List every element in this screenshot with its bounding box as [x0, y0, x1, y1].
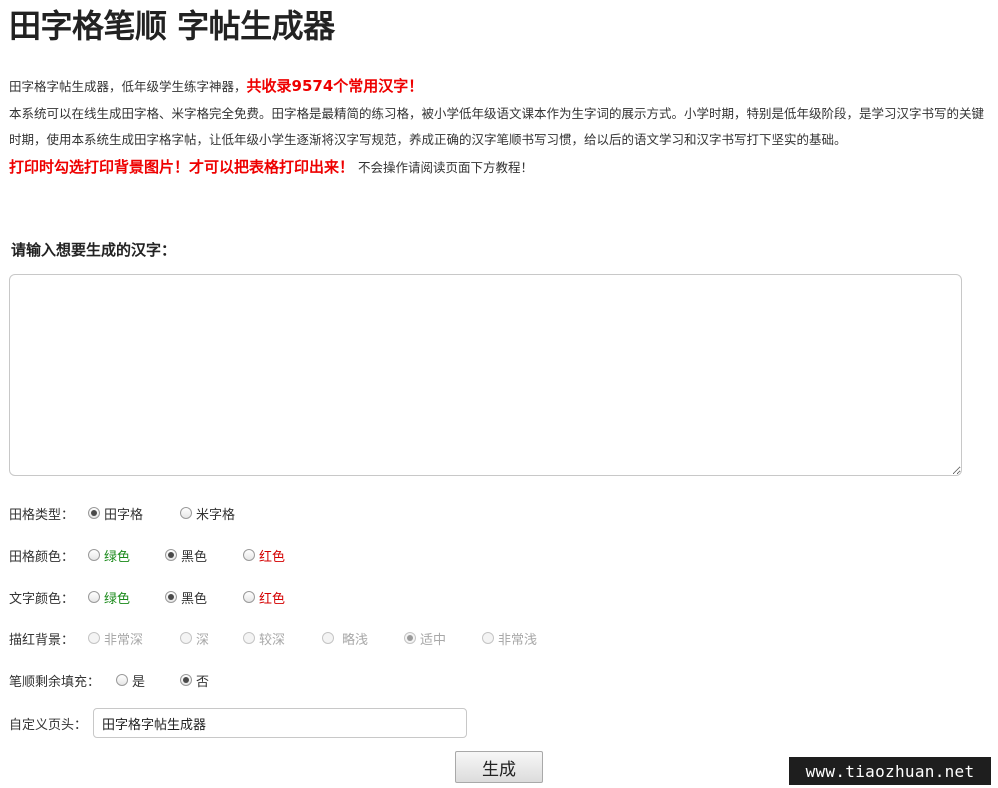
stroke-fill-row: 笔顺剩余填充： 是 否	[9, 669, 209, 691]
radio-icon[interactable]	[243, 591, 255, 603]
custom-header-row: 自定义页头：	[9, 712, 87, 734]
radio-disabled-icon	[88, 632, 100, 644]
radio-icon[interactable]	[243, 549, 255, 561]
option-label: 田字格	[104, 507, 144, 523]
intro-section: 田字格字帖生成器，低年级学生练字神器，共收录9574个常用汉字！ 本系统可以在线…	[9, 72, 991, 182]
radio-checked-icon[interactable]	[165, 591, 177, 603]
radio-checked-icon[interactable]	[165, 549, 177, 561]
text-color-option-green[interactable]: 绿色	[88, 586, 130, 608]
radio-checked-icon[interactable]	[88, 507, 100, 519]
radio-icon[interactable]	[116, 674, 128, 686]
option-label: 非常浅	[498, 632, 538, 648]
trace-option-very-light: 非常浅	[482, 627, 537, 649]
option-label: 较深	[259, 632, 286, 648]
custom-header-input[interactable]	[93, 708, 467, 738]
grid-type-label: 田格类型：	[9, 507, 75, 523]
radio-icon[interactable]	[88, 591, 100, 603]
trace-option-dark: 深	[180, 627, 209, 649]
option-label: 非常深	[104, 632, 144, 648]
custom-header-label: 自定义页头：	[9, 717, 88, 733]
radio-checked-icon[interactable]	[180, 674, 192, 686]
radio-disabled-checked-icon	[404, 632, 416, 644]
print-note-highlight: 打印时勾选打印背景图片！才可以把表格打印出来！	[9, 158, 355, 176]
trace-option-very-dark: 非常深	[88, 627, 143, 649]
option-label: 红色	[259, 549, 286, 565]
trace-background-row: 描红背景： 非常深 深 较深 略浅 适中 非常浅	[9, 627, 537, 649]
print-note: 打印时勾选打印背景图片！才可以把表格打印出来！ 不会操作请阅读页面下方教程！	[9, 153, 991, 182]
radio-disabled-icon	[243, 632, 255, 644]
radio-icon[interactable]	[180, 507, 192, 519]
text-color-row: 文字颜色： 绿色 黑色 红色	[9, 586, 285, 608]
option-label: 米字格	[196, 507, 236, 523]
text-color-option-black[interactable]: 黑色	[165, 586, 207, 608]
trace-background-label: 描红背景：	[9, 632, 75, 648]
option-label: 否	[196, 674, 210, 690]
watermark-badge: www.tiaozhuan.net	[789, 757, 991, 785]
generate-button[interactable]: 生成	[455, 751, 543, 783]
input-heading: 请输入想要生成的汉字：	[11, 241, 177, 259]
option-label: 是	[132, 674, 146, 690]
stroke-fill-option-no[interactable]: 否	[180, 669, 209, 691]
print-note-tail: 不会操作请阅读页面下方教程！	[358, 160, 534, 175]
text-color-label: 文字颜色：	[9, 591, 75, 607]
option-label: 略浅	[342, 632, 369, 648]
stroke-fill-option-yes[interactable]: 是	[116, 669, 145, 691]
option-label: 绿色	[104, 591, 131, 607]
grid-color-row: 田格颜色： 绿色 黑色 红色	[9, 544, 285, 566]
radio-disabled-icon	[322, 632, 334, 644]
intro-line: 田字格字帖生成器，低年级学生练字神器，共收录9574个常用汉字！	[9, 72, 991, 101]
radio-disabled-icon	[482, 632, 494, 644]
text-color-option-red[interactable]: 红色	[243, 586, 285, 608]
radio-disabled-icon	[180, 632, 192, 644]
option-label: 黑色	[181, 549, 208, 565]
stroke-fill-label: 笔顺剩余填充：	[9, 674, 101, 690]
grid-type-row: 田格类型： 田字格 米字格	[9, 502, 235, 524]
option-label: 绿色	[104, 549, 131, 565]
grid-color-option-black[interactable]: 黑色	[165, 544, 207, 566]
option-label: 红色	[259, 591, 286, 607]
option-label: 黑色	[181, 591, 208, 607]
grid-type-option-mi[interactable]: 米字格	[180, 502, 235, 524]
intro-text: 田字格字帖生成器，低年级学生练字神器，	[9, 79, 247, 94]
grid-color-option-green[interactable]: 绿色	[88, 544, 130, 566]
intro-paragraph: 本系统可以在线生成田字格、米字格完全免费。田字格是最精简的练习格，被小学低年级语…	[9, 106, 985, 147]
trace-option-darker: 较深	[243, 627, 285, 649]
grid-type-option-tian[interactable]: 田字格	[88, 502, 143, 524]
grid-color-label: 田格颜色：	[9, 549, 75, 565]
radio-icon[interactable]	[88, 549, 100, 561]
grid-color-option-red[interactable]: 红色	[243, 544, 285, 566]
intro-highlight: 共收录9574个常用汉字！	[246, 77, 424, 95]
characters-textarea[interactable]	[9, 274, 962, 476]
option-label: 适中	[420, 632, 447, 648]
trace-option-lighter: 略浅	[322, 627, 368, 649]
trace-option-medium: 适中	[404, 627, 446, 649]
option-label: 深	[196, 632, 210, 648]
page-title: 田字格笔顺 字帖生成器	[9, 7, 335, 45]
